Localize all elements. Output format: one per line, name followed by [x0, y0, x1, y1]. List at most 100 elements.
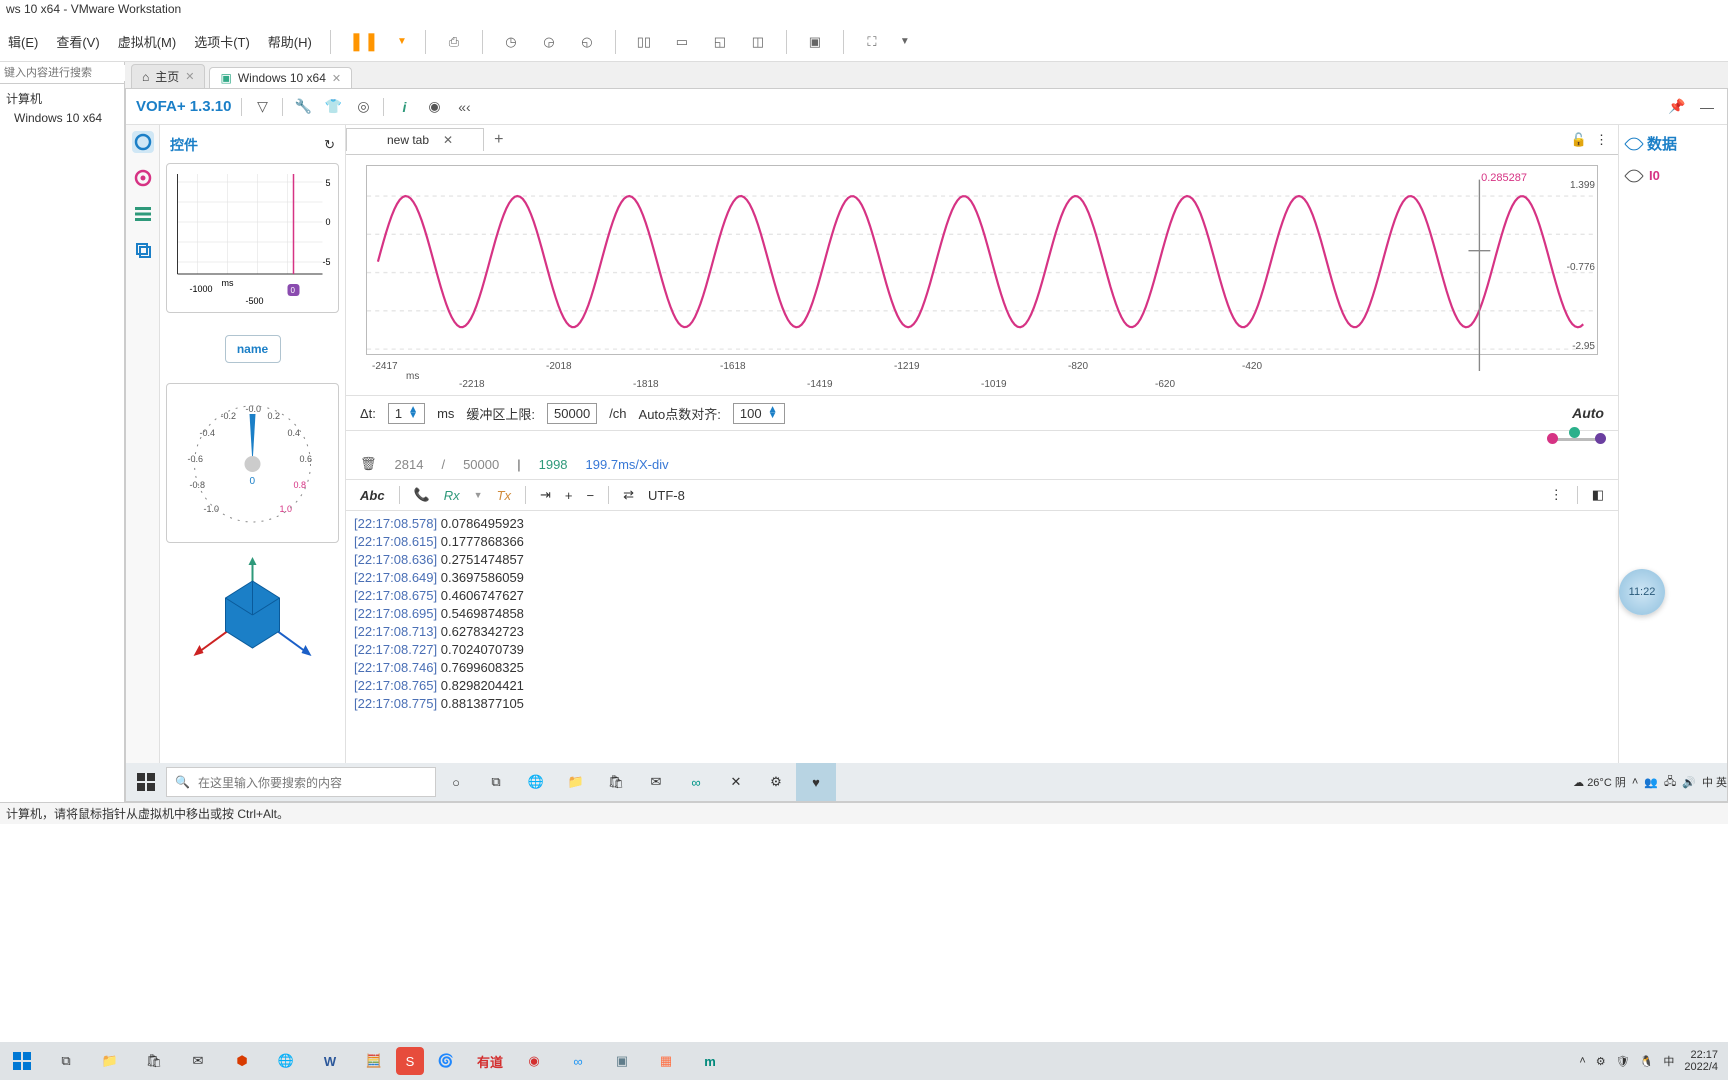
chevron-up-icon[interactable]: ˄: [1579, 1055, 1585, 1067]
menu-tabs[interactable]: 选项卡(T): [194, 32, 250, 51]
add-tab-button[interactable]: +: [484, 127, 513, 153]
taskview-icon[interactable]: ⧉: [44, 1042, 88, 1080]
close-icon[interactable]: ✕: [185, 70, 194, 83]
shirt-icon[interactable]: 👕: [323, 98, 343, 115]
view-split-icon[interactable]: ▯▯: [634, 32, 654, 52]
store-icon[interactable]: 🛍: [132, 1042, 176, 1080]
menu-edit[interactable]: 辑(E): [8, 32, 38, 51]
indent-icon[interactable]: ⇥: [540, 487, 551, 503]
mini-scope[interactable]: 5 0 -5 -1000 -500 ms 0: [166, 163, 339, 313]
explorer-icon[interactable]: 📁: [556, 763, 596, 801]
tree-vm-item[interactable]: Windows 10 x64: [6, 109, 118, 127]
snapshot-icon[interactable]: ◶: [539, 32, 559, 52]
app-icon[interactable]: ◉: [512, 1042, 556, 1080]
wifi-icon[interactable]: 🖧: [1664, 773, 1676, 792]
app-icon[interactable]: ⚙: [756, 763, 796, 801]
encoding-label[interactable]: UTF-8: [648, 488, 685, 503]
oscilloscope-plot[interactable]: 0.285287 1.399 -0.776 -2.95 ms -2417-221…: [346, 155, 1618, 395]
minimize-icon[interactable]: —: [1697, 99, 1717, 115]
baidu-icon[interactable]: ∞: [556, 1042, 600, 1080]
phone-icon[interactable]: 📞: [414, 487, 430, 503]
pause-icon[interactable]: ❚❚: [349, 31, 379, 52]
app-icon[interactable]: ✕: [716, 763, 756, 801]
mail-icon[interactable]: ✉: [636, 763, 676, 801]
dropdown-icon[interactable]: ▼: [397, 36, 407, 47]
rail-record-icon[interactable]: [132, 167, 154, 189]
triangle-icon[interactable]: ▽: [252, 98, 272, 115]
terminal-output[interactable]: [22:17:08.578] 0.0786495923[22:17:08.615…: [346, 511, 1618, 767]
weather-widget[interactable]: ☁ 26°C 阴: [1573, 774, 1626, 790]
sogou-icon[interactable]: S: [396, 1047, 424, 1075]
pin-icon[interactable]: 📌: [1667, 98, 1687, 115]
trash-icon[interactable]: 🗑: [360, 456, 377, 472]
fingerprint-icon[interactable]: ◉: [424, 98, 444, 115]
rail-copy-icon[interactable]: [132, 239, 154, 261]
host-time[interactable]: 22:17: [1684, 1049, 1718, 1061]
volume-icon[interactable]: 🔊: [1682, 776, 1696, 789]
mail-icon[interactable]: ✉: [176, 1042, 220, 1080]
menu-vm[interactable]: 虚拟机(M): [118, 32, 177, 51]
vmware-icon[interactable]: ▣: [600, 1042, 644, 1080]
fullscreen-icon[interactable]: ⛶: [862, 32, 882, 52]
refresh-icon[interactable]: ↻: [324, 137, 335, 153]
store-icon[interactable]: 🛍: [596, 763, 636, 801]
lock-icon[interactable]: 🔓: [1571, 132, 1587, 148]
edge-icon[interactable]: 🌐: [264, 1042, 308, 1080]
word-icon[interactable]: W: [308, 1042, 352, 1080]
start-button[interactable]: [126, 763, 166, 801]
chevron-up-icon[interactable]: ˄: [1632, 776, 1638, 788]
eraser-icon[interactable]: ◧: [1592, 487, 1604, 503]
tray-icon[interactable]: 🛡: [1616, 1055, 1630, 1068]
app-icon[interactable]: ▦: [644, 1042, 688, 1080]
tray-icon[interactable]: ⚙: [1596, 1055, 1606, 1068]
kebab-icon[interactable]: ⋮: [1595, 132, 1608, 148]
start-button[interactable]: [0, 1042, 44, 1080]
info-icon[interactable]: i: [394, 99, 414, 115]
edge-icon[interactable]: 🌐: [516, 763, 556, 801]
taskbar-search[interactable]: 🔍在这里输入你要搜索的内容: [166, 767, 436, 797]
channel-i0[interactable]: I0: [1627, 168, 1719, 183]
kebab-icon[interactable]: ⋮: [1550, 487, 1563, 503]
ime-label[interactable]: 中: [1663, 1053, 1674, 1069]
collapse-icon[interactable]: «‹: [454, 99, 474, 115]
target-icon[interactable]: ◎: [353, 98, 373, 115]
taskview-icon[interactable]: ⧉: [476, 763, 516, 801]
youdao-icon[interactable]: 有道: [468, 1042, 512, 1080]
cube-3d-widget[interactable]: [166, 553, 339, 663]
meet-icon[interactable]: 👥: [1644, 776, 1658, 789]
floating-clock[interactable]: 11:22: [1619, 569, 1665, 615]
app-icon[interactable]: 🌀: [424, 1042, 468, 1080]
tree-root[interactable]: 计算机: [6, 88, 118, 109]
rail-circle-icon[interactable]: [132, 131, 154, 153]
tab-home[interactable]: ⌂ 主页 ✕: [131, 64, 205, 88]
menu-help[interactable]: 帮助(H): [268, 32, 312, 51]
rail-list-icon[interactable]: [132, 203, 154, 225]
tab-vm[interactable]: ▣ Windows 10 x64 ✕: [209, 67, 352, 88]
cortana-icon[interactable]: ○: [436, 763, 476, 801]
shuffle-icon[interactable]: ⇄: [623, 487, 634, 503]
wrench-icon[interactable]: 🔧: [293, 98, 313, 115]
dropdown-icon[interactable]: ▼: [900, 36, 910, 47]
office-icon[interactable]: ⬢: [220, 1042, 264, 1080]
view-multi-icon[interactable]: ◫: [748, 32, 768, 52]
name-button[interactable]: name: [225, 335, 281, 363]
screenshot-icon[interactable]: ⎙: [444, 32, 464, 52]
minus-icon[interactable]: −: [587, 488, 595, 503]
app-icon[interactable]: m: [688, 1042, 732, 1080]
vofa-taskbar-icon[interactable]: ♥: [796, 763, 836, 801]
ime-label[interactable]: 中 英: [1702, 774, 1727, 790]
view-single-icon[interactable]: ▭: [672, 32, 692, 52]
tab-newtab[interactable]: new tab ✕: [346, 128, 484, 151]
arduino-icon[interactable]: ∞: [676, 763, 716, 801]
rx-toggle[interactable]: Rx: [444, 488, 460, 503]
console-icon[interactable]: ▣: [805, 32, 825, 52]
zoom-slider[interactable]: [346, 431, 1618, 449]
view-fit-icon[interactable]: ◱: [710, 32, 730, 52]
close-icon[interactable]: ✕: [332, 72, 341, 85]
explorer-icon[interactable]: 📁: [88, 1042, 132, 1080]
calc-icon[interactable]: 🧮: [352, 1042, 396, 1080]
tx-toggle[interactable]: Tx: [497, 488, 511, 503]
snapshot-mgr-icon[interactable]: ◵: [577, 32, 597, 52]
tray-icon[interactable]: 🐧: [1640, 1055, 1654, 1068]
close-icon[interactable]: ✕: [443, 133, 453, 147]
